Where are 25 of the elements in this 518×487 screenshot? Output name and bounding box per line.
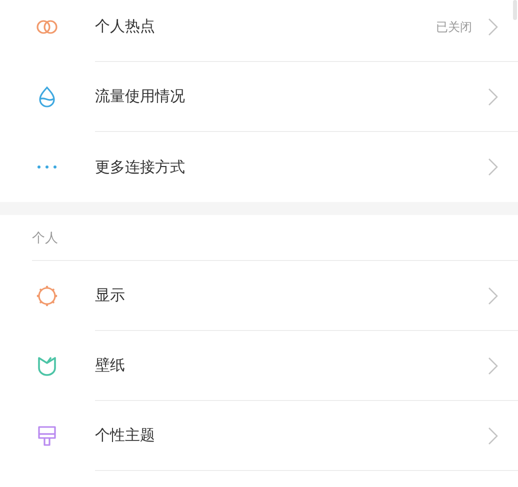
settings-row[interactable]: 壁纸 — [0, 331, 518, 401]
rings-icon — [36, 19, 58, 35]
row-label: 显示 — [95, 285, 126, 306]
sun-icon — [36, 285, 58, 307]
tulip-icon — [36, 356, 56, 376]
section-header: 个人 — [32, 230, 58, 248]
settings-row[interactable]: 流量使用情况 — [0, 62, 518, 132]
settings-row[interactable]: 个性主题 — [0, 401, 518, 471]
row-label: 流量使用情况 — [95, 86, 186, 108]
chevron-right-icon — [488, 18, 498, 36]
chevron-right-icon — [488, 158, 498, 176]
chevron-right-icon — [488, 426, 498, 444]
chevron-right-icon — [488, 286, 498, 304]
paint-brush-icon — [36, 425, 56, 447]
settings-row[interactable]: 显示 — [0, 261, 518, 331]
chevron-right-icon — [488, 356, 498, 374]
water-drop-icon — [36, 86, 56, 108]
settings-row[interactable]: 更多连接方式 — [0, 132, 518, 202]
row-value: 已关闭 — [436, 18, 472, 36]
row-label: 个性主题 — [95, 425, 156, 446]
row-label: 更多连接方式 — [95, 156, 186, 178]
row-label: 壁纸 — [95, 355, 126, 376]
chevron-right-icon — [488, 88, 498, 106]
row-label: 个人热点 — [95, 16, 156, 38]
more-dots-icon — [36, 165, 56, 169]
